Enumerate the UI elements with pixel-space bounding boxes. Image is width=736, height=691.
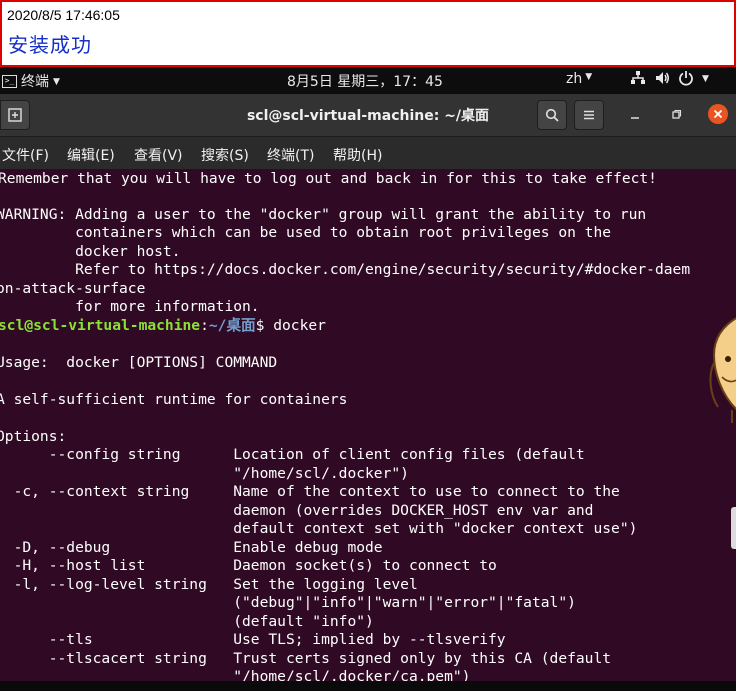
volume-icon (656, 72, 669, 84)
screen-bottom-edge (0, 681, 736, 691)
prompt-line: scl@scl-virtual-machine:~/桌面$ docker (0, 317, 326, 335)
terminal-line: "/home/scl/.docker/ca.pem") (0, 668, 471, 681)
system-menu-arrow-icon: ▼ (702, 74, 709, 84)
annotation-message: 安装成功 (8, 33, 92, 57)
terminal-line: ("debug"|"info"|"warn"|"error"|"fatal") (0, 594, 576, 611)
terminal-line: A self-sufficient runtime for containers (0, 391, 348, 408)
prompt-separator: : (200, 317, 209, 334)
terminal-app-icon: >_ (2, 74, 17, 88)
terminal-line: daemon (overrides DOCKER_HOST env var an… (0, 502, 594, 519)
activities-app-menu[interactable]: >_ 终端 ▼ (2, 71, 60, 91)
maximize-icon (672, 109, 682, 119)
menu-bar: 文件(F) 编辑(E) 查看(V) 搜索(S) 终端(T) 帮助(H) (0, 137, 736, 169)
prompt-path: ~/桌面 (208, 317, 256, 334)
search-icon (545, 108, 559, 122)
annotation-timestamp: 2020/8/5 17:46:05 (7, 7, 120, 23)
app-menu-label: 终端 (21, 74, 49, 90)
menu-search[interactable]: 搜索(S) (201, 145, 249, 165)
terminal-line: Options: (0, 428, 67, 445)
menu-view[interactable]: 查看(V) (134, 145, 183, 165)
system-status-menu[interactable]: ▼ (630, 70, 709, 86)
terminal-line: on-attack-surface (0, 280, 146, 297)
maximize-button[interactable] (667, 106, 685, 124)
menu-help[interactable]: 帮助(H) (333, 145, 382, 165)
terminal-line: Usage: docker [OPTIONS] COMMAND (0, 354, 278, 371)
terminal-line: --tls Use TLS; implied by --tlsverify (0, 631, 506, 648)
network-icon (631, 71, 645, 84)
terminal-line: Remember that you will have to log out a… (0, 170, 657, 187)
prompt-symbol: $ (255, 317, 274, 334)
menu-edit[interactable]: 编辑(E) (67, 145, 115, 165)
window-header-bar[interactable]: scl@scl-virtual-machine: ~/桌面 (0, 94, 736, 137)
terminal-line: -c, --context string Name of the context… (0, 483, 620, 500)
prompt-user-host: scl@scl-virtual-machine (0, 317, 201, 334)
prompt-command: docker (273, 317, 326, 334)
power-icon (679, 71, 693, 86)
terminal-line: -l, --log-level string Set the logging l… (0, 576, 418, 593)
terminal-line: "/home/scl/.docker") (0, 465, 409, 482)
system-clock[interactable]: 8月5日 星期三，17：45 (287, 71, 443, 91)
terminal-line: docker host. (0, 243, 181, 260)
app-menu-arrow-icon: ▼ (53, 77, 60, 87)
terminal-line: Refer to https://docs.docker.com/engine/… (0, 261, 691, 278)
minimize-icon (631, 117, 639, 119)
close-icon (713, 109, 723, 119)
terminal-line: --tlscacert string Trust certs signed on… (0, 650, 612, 667)
input-method-label: zh (566, 71, 583, 87)
annotation-box: 2020/8/5 17:46:05 安装成功 (0, 0, 736, 67)
hamburger-menu-button[interactable] (574, 100, 604, 130)
menu-file[interactable]: 文件(F) (2, 145, 49, 165)
search-button[interactable] (537, 100, 567, 130)
terminal-output[interactable]: Remember that you will have to log out a… (0, 169, 736, 681)
terminal-line: default context set with "docker context… (0, 520, 638, 537)
terminal-line: (default "info") (0, 613, 374, 630)
system-top-bar: >_ 终端 ▼ 8月5日 星期三，17：45 zh ▼ ▼ (0, 67, 736, 94)
terminal-line: for more information. (0, 298, 260, 315)
hamburger-icon (584, 110, 594, 120)
terminal-line: containers which can be used to obtain r… (0, 224, 612, 241)
terminal-line: WARNING: Adding a user to the "docker" g… (0, 206, 647, 223)
terminal-line: -H, --host list Daemon socket(s) to conn… (0, 557, 497, 574)
mascot-sticker-image (709, 317, 736, 423)
scrollbar-handle[interactable] (731, 507, 736, 549)
input-method-menu[interactable]: zh ▼ (566, 71, 592, 87)
minimize-button[interactable] (626, 106, 644, 124)
menu-terminal[interactable]: 终端(T) (267, 145, 314, 165)
terminal-line: --config string Location of client confi… (0, 446, 585, 463)
terminal-line: -D, --debug Enable debug mode (0, 539, 383, 556)
input-method-arrow-icon: ▼ (585, 72, 593, 82)
close-button[interactable] (708, 104, 728, 124)
